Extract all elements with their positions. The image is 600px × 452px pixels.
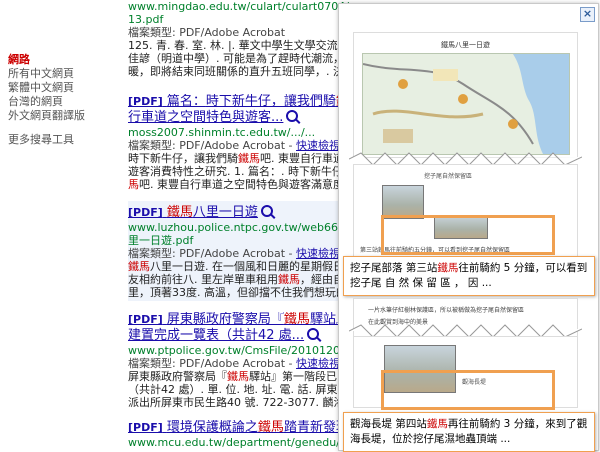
result-snippet: 鐵馬八里一日遊. 在一個風和日麗的星期假日 xyxy=(128,260,358,273)
doc-text-line: 一片水筆仔紅樹林保護區，所以被稱做為挖子尾自然保留區 xyxy=(368,307,525,314)
snippet-highlight: 鐵馬 xyxy=(238,152,260,165)
result-snippet: 125. 青. 春. 室. 林. |. 華文中學生文學交流 xyxy=(128,39,338,52)
result-file-type: 檔案類型: PDF/Adobe Acrobat - 快速檢視 xyxy=(128,139,358,152)
result-file-type: 檔案類型: PDF/Adobe Acrobat - 快速檢視 xyxy=(128,357,358,370)
snippet-text: 屏東縣政府警察局『 xyxy=(128,370,227,383)
map-graphic xyxy=(363,54,569,154)
title-part: 時下新牛仔，讓我們騎 xyxy=(205,94,336,109)
result-item: [PDF] 環境保護概論之鐵馬踏青新發現 www.mcu.edu.tw/depa… xyxy=(128,420,358,449)
result-url: www.mcu.edu.tw/department/genedu/pdf/d xyxy=(128,436,358,449)
doc-title: 鐵馬八里一日遊 xyxy=(441,41,490,49)
result-url: moss2007.shinmin.tc.edu.tw/.../... xyxy=(128,126,316,139)
magnifier-icon[interactable] xyxy=(260,205,273,217)
result-title-link[interactable]: [PDF] 鐵馬八里一日遊 xyxy=(128,205,258,220)
snippet-text: 吧. 東豐自行車道之空間特色與遊客滿意度 xyxy=(139,178,344,191)
result-title: [PDF] 篇名：時下新牛仔，讓我們騎鐵行車道之空間特色與遊客... xyxy=(128,94,358,126)
result-file-type: 檔案類型: PDF/Adobe Acrobat xyxy=(128,26,286,39)
title-highlight: 鐵馬 xyxy=(283,312,310,327)
title-part: 建置完成一覽表（共計42 處... xyxy=(128,328,305,343)
nature-reserve-photo xyxy=(382,185,424,219)
callout-text: 挖子尾部落 第三站 xyxy=(350,262,438,274)
snippet-highlight: 鐵馬 xyxy=(227,370,249,383)
left-nav: 網路 所有中文網頁 繁體中文網頁 台灣的網頁 外文網頁翻譯版 更多搜尋工具 xyxy=(8,53,118,147)
title-part: 屏東縣政府警察局『 xyxy=(166,312,284,327)
snippet-text: 時下新牛仔，讓我們騎 xyxy=(128,152,238,165)
quick-view-link[interactable]: 快速檢視 xyxy=(296,357,340,370)
callout-highlight: 鐵馬 xyxy=(437,262,459,274)
result-title-link[interactable]: [PDF] 篇名：時下新牛仔，讓我們騎鐵行車道之空間特色與遊客... xyxy=(128,94,349,125)
file-type-label: 檔案類型: PDF/Adobe Acrobat - xyxy=(128,357,297,370)
result-snippet: 時下新牛仔，讓我們騎鐵馬吧. 東豐自行車道 xyxy=(128,152,358,165)
photo-caption: 挖子尾自然保留區 xyxy=(424,173,473,180)
result-snippet: （共計42 處）. 單. 位. 地. 址. 電. 話. 屏東分局 xyxy=(128,383,358,396)
result-snippet: 友相約前往八. 里左岸單車租用鐵馬，經由自 xyxy=(128,273,358,286)
result-snippet: 馬吧. 東豐自行車道之空間特色與遊客滿意度 xyxy=(128,178,358,191)
snippet-callout: 挖子尾部落 第三站鐵馬往前騎約 5 分鐘，可以看到挖子尾 自 然 保 留 區 ，… xyxy=(343,256,595,296)
quick-view-link[interactable]: 快速檢視 xyxy=(296,247,340,260)
pdf-tag: [PDF] xyxy=(128,206,163,219)
result-url: www.mingdao.edu.tw/culart/culart0704/pdf… xyxy=(128,0,358,13)
title-part: 篇名： xyxy=(166,94,206,109)
snippet-text: 吧. 東豐自行車道 xyxy=(260,152,344,165)
callout-text: 觀海長堤 第四站 xyxy=(350,418,427,430)
snippet-highlight: 鐵馬 xyxy=(278,273,300,286)
result-url: www.ptpolice.gov.tw/CmsFile/201012010342 xyxy=(128,344,358,357)
result-item: www.mingdao.edu.tw/culart/culart0704/pdf… xyxy=(128,0,358,78)
snippet-highlight: 鐵馬 xyxy=(128,260,150,273)
snippet-text: 八里一日遊. 在一個風和日麗的星期假日 xyxy=(150,260,344,273)
result-url-cont: 里一日遊.pdf xyxy=(128,234,194,247)
quick-view-panel: × 鐵馬八里一日遊 挖子尾自然保留區 第三站鐵馬往前騎約五分鐘，可以看到挖子尾自… xyxy=(338,3,599,452)
nav-all-chinese[interactable]: 所有中文網頁 xyxy=(8,67,118,81)
title-highlight: 鐵馬 xyxy=(166,205,193,220)
quick-view-link[interactable]: 快速檢視 xyxy=(296,139,340,152)
close-icon[interactable]: × xyxy=(580,7,595,22)
file-type-label: 檔案類型: PDF/Adobe Acrobat - xyxy=(128,247,297,260)
nav-taiwan-pages[interactable]: 台灣的網頁 xyxy=(8,95,118,109)
nav-traditional-chinese[interactable]: 繁體中文網頁 xyxy=(8,81,118,95)
title-part: 環境保護概論之 xyxy=(166,420,258,435)
result-title: [PDF] 屏東縣政府警察局『鐵馬驛站』 建置完成一覽表（共計42 處... xyxy=(128,312,358,344)
snippet-text: 驛站』第一階段已 xyxy=(249,370,337,383)
result-title: [PDF] 鐵馬八里一日遊 xyxy=(128,205,358,221)
result-url: www.luzhou.police.ntpc.gov.tw/web66/_fil… xyxy=(128,221,358,234)
result-item-selected: [PDF] 鐵馬八里一日遊 www.luzhou.police.ntpc.gov… xyxy=(128,201,358,301)
snippet-callout: 觀海長堤 第四站鐵馬再往前騎約 3 分鐘，來到了觀海長堤，位於挖仔尾濕地蟲頂端 … xyxy=(343,412,595,452)
magnifier-icon[interactable] xyxy=(307,328,320,340)
snippet-text: 友相約前往八. 里左岸單車租用 xyxy=(128,273,278,286)
result-item: [PDF] 篇名：時下新牛仔，讓我們騎鐵行車道之空間特色與遊客... moss2… xyxy=(128,94,358,191)
nav-web-active[interactable]: 網路 xyxy=(8,53,118,67)
result-snippet: 里，頂著33度. 高溫，但卻擋不住我們想玩的 xyxy=(128,286,347,299)
title-part: 行車道之空間特色與遊客... xyxy=(128,110,284,125)
route-map-image xyxy=(362,53,570,155)
result-snippet: 派出所屏東市民生路40 號. 722-3077. 麟洛分 xyxy=(128,396,356,409)
result-file-type: 檔案類型: PDF/Adobe Acrobat - 快速檢視 xyxy=(128,247,358,260)
result-snippet: 佳諺（明道中學）. 可能是為了趕時代潮流， xyxy=(128,52,344,65)
result-url-cont: 13.pdf xyxy=(128,13,164,26)
result-snippet: 屏東縣政府警察局『鐵馬驛站』第一階段已 xyxy=(128,370,358,383)
magnifier-icon[interactable] xyxy=(286,110,299,122)
result-title: [PDF] 環境保護概論之鐵馬踏青新發現 xyxy=(128,420,358,436)
pdf-page-1: 鐵馬八里一日遊 xyxy=(353,32,578,158)
result-title-link[interactable]: [PDF] 環境保護概論之鐵馬踏青新發現 xyxy=(128,420,349,435)
highlight-box xyxy=(381,215,555,255)
result-snippet: 遊客消費特性之研究. 1. 篇名：. 時下新牛仔 xyxy=(128,165,343,178)
pdf-tag: [PDF] xyxy=(128,95,163,108)
pdf-tag: [PDF] xyxy=(128,421,163,434)
search-results: www.mingdao.edu.tw/culart/culart0704/pdf… xyxy=(128,0,358,451)
title-highlight: 鐵馬 xyxy=(257,420,284,435)
pdf-tag: [PDF] xyxy=(128,313,163,326)
highlight-box xyxy=(381,370,555,410)
result-item: [PDF] 屏東縣政府警察局『鐵馬驛站』 建置完成一覽表（共計42 處... ww… xyxy=(128,312,358,409)
nav-translated-pages[interactable]: 外文網頁翻譯版 xyxy=(8,109,118,123)
result-snippet: 暖，即將結束同班關係的直升五班同學，. 決 xyxy=(128,65,344,78)
more-search-tools-link[interactable]: 更多搜尋工具 xyxy=(8,133,118,147)
file-type-label: 檔案類型: PDF/Adobe Acrobat - xyxy=(128,139,297,152)
snippet-highlight: 馬 xyxy=(128,178,139,191)
callout-highlight: 鐵馬 xyxy=(426,418,448,430)
title-part: 八里一日遊 xyxy=(192,205,258,220)
